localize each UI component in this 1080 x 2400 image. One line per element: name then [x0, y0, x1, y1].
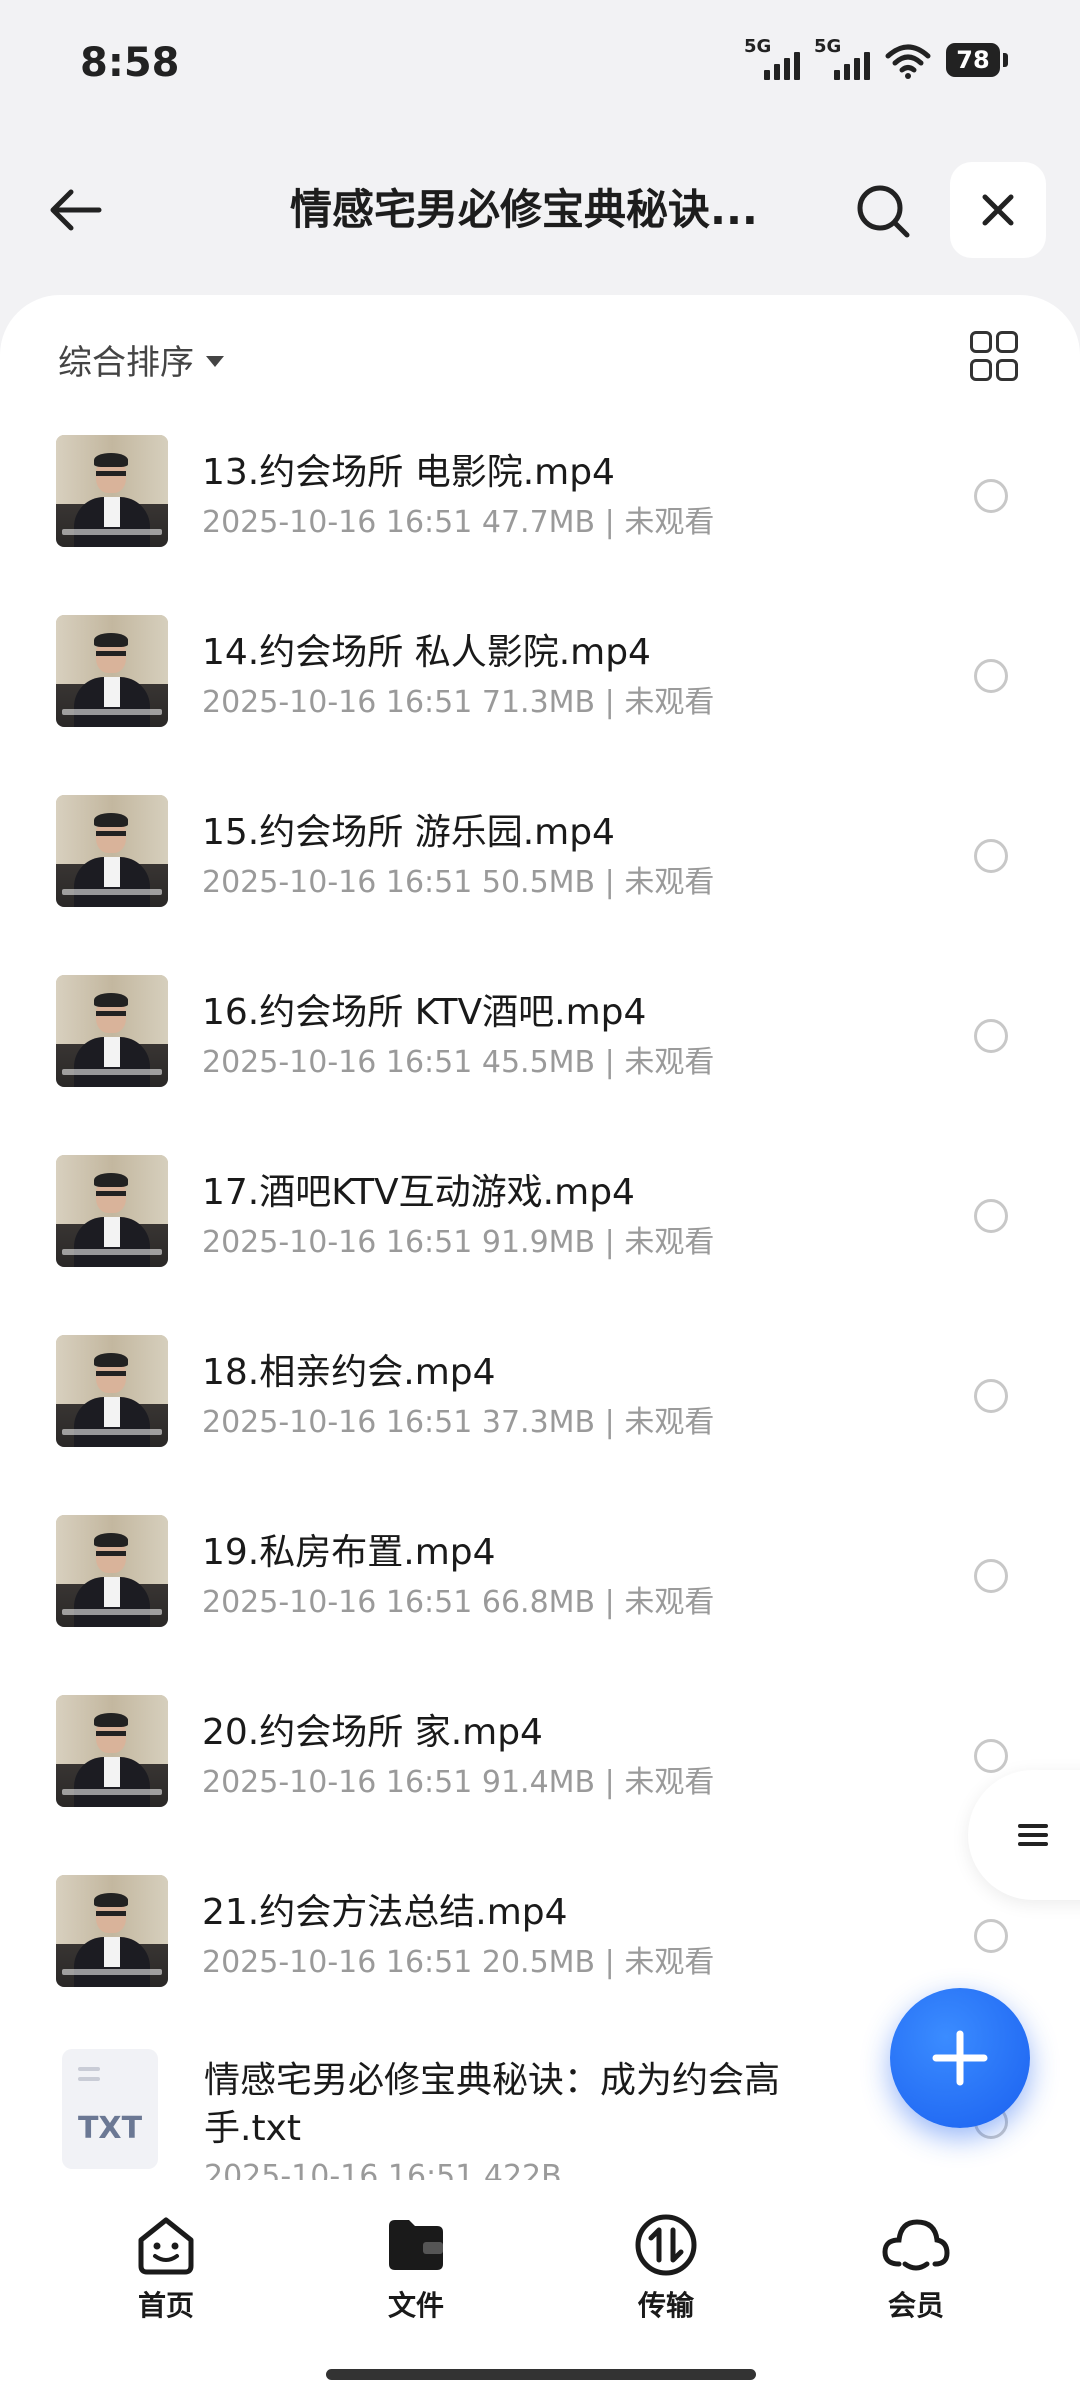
file-name: 13.约会场所 电影院.mp4	[202, 452, 615, 493]
video-thumbnail	[56, 1335, 168, 1447]
txt-icon-label: TXT	[77, 2111, 143, 2146]
file-row[interactable]: 17.酒吧KTV互动游戏.mp4 2025-10-16 16:51 91.9MB …	[0, 1135, 1080, 1315]
file-meta: 2025-10-16 16:51 91.9MB | 未观看	[202, 1225, 715, 1260]
file-meta: 2025-10-16 16:51 66.8MB | 未观看	[202, 1585, 715, 1620]
video-thumbnail	[56, 795, 168, 907]
file-list: 13.约会场所 电影院.mp4 2025-10-16 16:51 47.7MB |…	[0, 415, 1080, 2235]
menu-lines-icon	[1018, 1819, 1048, 1851]
file-row[interactable]: 18.相亲约会.mp4 2025-10-16 16:51 37.3MB | 未观看	[0, 1315, 1080, 1495]
file-meta: 2025-10-16 16:51 71.3MB | 未观看	[202, 685, 715, 720]
sort-label: 综合排序	[58, 343, 194, 383]
select-radio[interactable]	[974, 659, 1008, 693]
header: 情感宅男必修宝典秘诀...	[0, 150, 1080, 270]
folder-icon	[389, 2220, 443, 2270]
file-meta: 2025-10-16 16:51 45.5MB | 未观看	[202, 1045, 715, 1080]
nav-member-label: 会员	[887, 2289, 944, 2322]
file-meta: 2025-10-16 16:51 20.5MB | 未观看	[202, 1945, 715, 1980]
video-thumbnail	[56, 615, 168, 727]
cloud-icon	[882, 2219, 950, 2271]
caret-down-icon	[206, 356, 224, 367]
nav-home[interactable]: 首页	[86, 2210, 246, 2324]
back-button[interactable]	[40, 180, 110, 240]
file-name: 21.约会方法总结.mp4	[202, 1892, 568, 1933]
video-thumbnail	[56, 1515, 168, 1627]
plus-icon	[932, 2030, 988, 2086]
file-row[interactable]: 14.约会场所 私人影院.mp4 2025-10-16 16:51 71.3MB …	[0, 595, 1080, 775]
file-row[interactable]: 13.约会场所 电影院.mp4 2025-10-16 16:51 47.7MB |…	[0, 415, 1080, 595]
video-thumbnail	[56, 1695, 168, 1807]
status-time: 8:58	[80, 40, 180, 86]
file-name: 19.私房布置.mp4	[202, 1532, 496, 1573]
select-radio[interactable]	[974, 1559, 1008, 1593]
video-thumbnail	[56, 1155, 168, 1267]
select-radio[interactable]	[974, 839, 1008, 873]
cellular-signal-icon: 5G	[744, 36, 800, 80]
home-indicator	[326, 2369, 756, 2380]
file-row[interactable]: 20.约会场所 家.mp4 2025-10-16 16:51 91.4MB | 未…	[0, 1675, 1080, 1855]
battery-icon: 78	[946, 43, 1008, 77]
grid-view-button[interactable]	[970, 331, 1018, 381]
file-meta: 2025-10-16 16:51 37.3MB | 未观看	[202, 1405, 715, 1440]
video-thumbnail	[56, 1875, 168, 1987]
file-meta: 2025-10-16 16:51 50.5MB | 未观看	[202, 865, 715, 900]
nav-member[interactable]: 会员	[836, 2210, 996, 2324]
file-name: 情感宅男必修宝典秘诀：成为约会高手.txt	[204, 2060, 781, 2149]
select-radio[interactable]	[974, 1019, 1008, 1053]
select-radio[interactable]	[974, 1199, 1008, 1233]
search-button[interactable]	[850, 178, 916, 244]
select-radio[interactable]	[974, 1739, 1008, 1773]
file-name: 14.约会场所 私人影院.mp4	[202, 632, 651, 673]
grid-view-icon	[970, 331, 992, 353]
nav-files[interactable]: 文件	[336, 2210, 496, 2324]
close-icon	[982, 194, 1014, 226]
cellular-signal-icon: 5G	[814, 36, 870, 80]
file-row[interactable]: 16.约会场所 KTV酒吧.mp4 2025-10-16 16:51 45.5MB…	[0, 955, 1080, 1135]
select-radio[interactable]	[974, 1379, 1008, 1413]
search-icon	[857, 185, 910, 238]
video-thumbnail	[56, 435, 168, 547]
select-radio[interactable]	[974, 479, 1008, 513]
status-icons: 5G 5G 78	[744, 36, 1008, 80]
file-name: 18.相亲约会.mp4	[202, 1352, 496, 1393]
file-row[interactable]: 15.约会场所 游乐园.mp4 2025-10-16 16:51 50.5MB |…	[0, 775, 1080, 955]
txt-file-icon: TXT	[62, 2049, 158, 2169]
back-arrow-icon	[50, 189, 102, 231]
transfer-icon	[635, 2214, 697, 2276]
file-name: 15.约会场所 游乐园.mp4	[202, 812, 615, 853]
status-bar: 8:58 5G 5G 78	[0, 0, 1080, 130]
nav-transfer-label: 传输	[637, 2289, 694, 2322]
select-radio[interactable]	[974, 1919, 1008, 1953]
sort-dropdown[interactable]: 综合排序	[58, 335, 224, 384]
page-title: 情感宅男必修宝典秘诀...	[290, 185, 758, 234]
file-name: 16.约会场所 KTV酒吧.mp4	[202, 992, 647, 1033]
nav-transfer[interactable]: 传输	[586, 2210, 746, 2324]
close-button[interactable]	[950, 162, 1046, 258]
file-name: 17.酒吧KTV互动游戏.mp4	[202, 1172, 635, 1213]
nav-home-label: 首页	[137, 2289, 194, 2322]
video-thumbnail	[56, 975, 168, 1087]
file-name: 20.约会场所 家.mp4	[202, 1712, 543, 1753]
file-row[interactable]: 19.私房布置.mp4 2025-10-16 16:51 66.8MB | 未观看	[0, 1495, 1080, 1675]
wifi-icon	[885, 44, 931, 79]
file-meta: 2025-10-16 16:51 91.4MB | 未观看	[202, 1765, 715, 1800]
add-button[interactable]	[890, 1988, 1030, 2128]
bottom-navigation: 首页 文件 传输 会员	[0, 2180, 1080, 2400]
file-meta: 2025-10-16 16:51 47.7MB | 未观看	[202, 505, 715, 540]
nav-files-label: 文件	[387, 2289, 444, 2322]
home-smiley-icon	[138, 2217, 194, 2275]
